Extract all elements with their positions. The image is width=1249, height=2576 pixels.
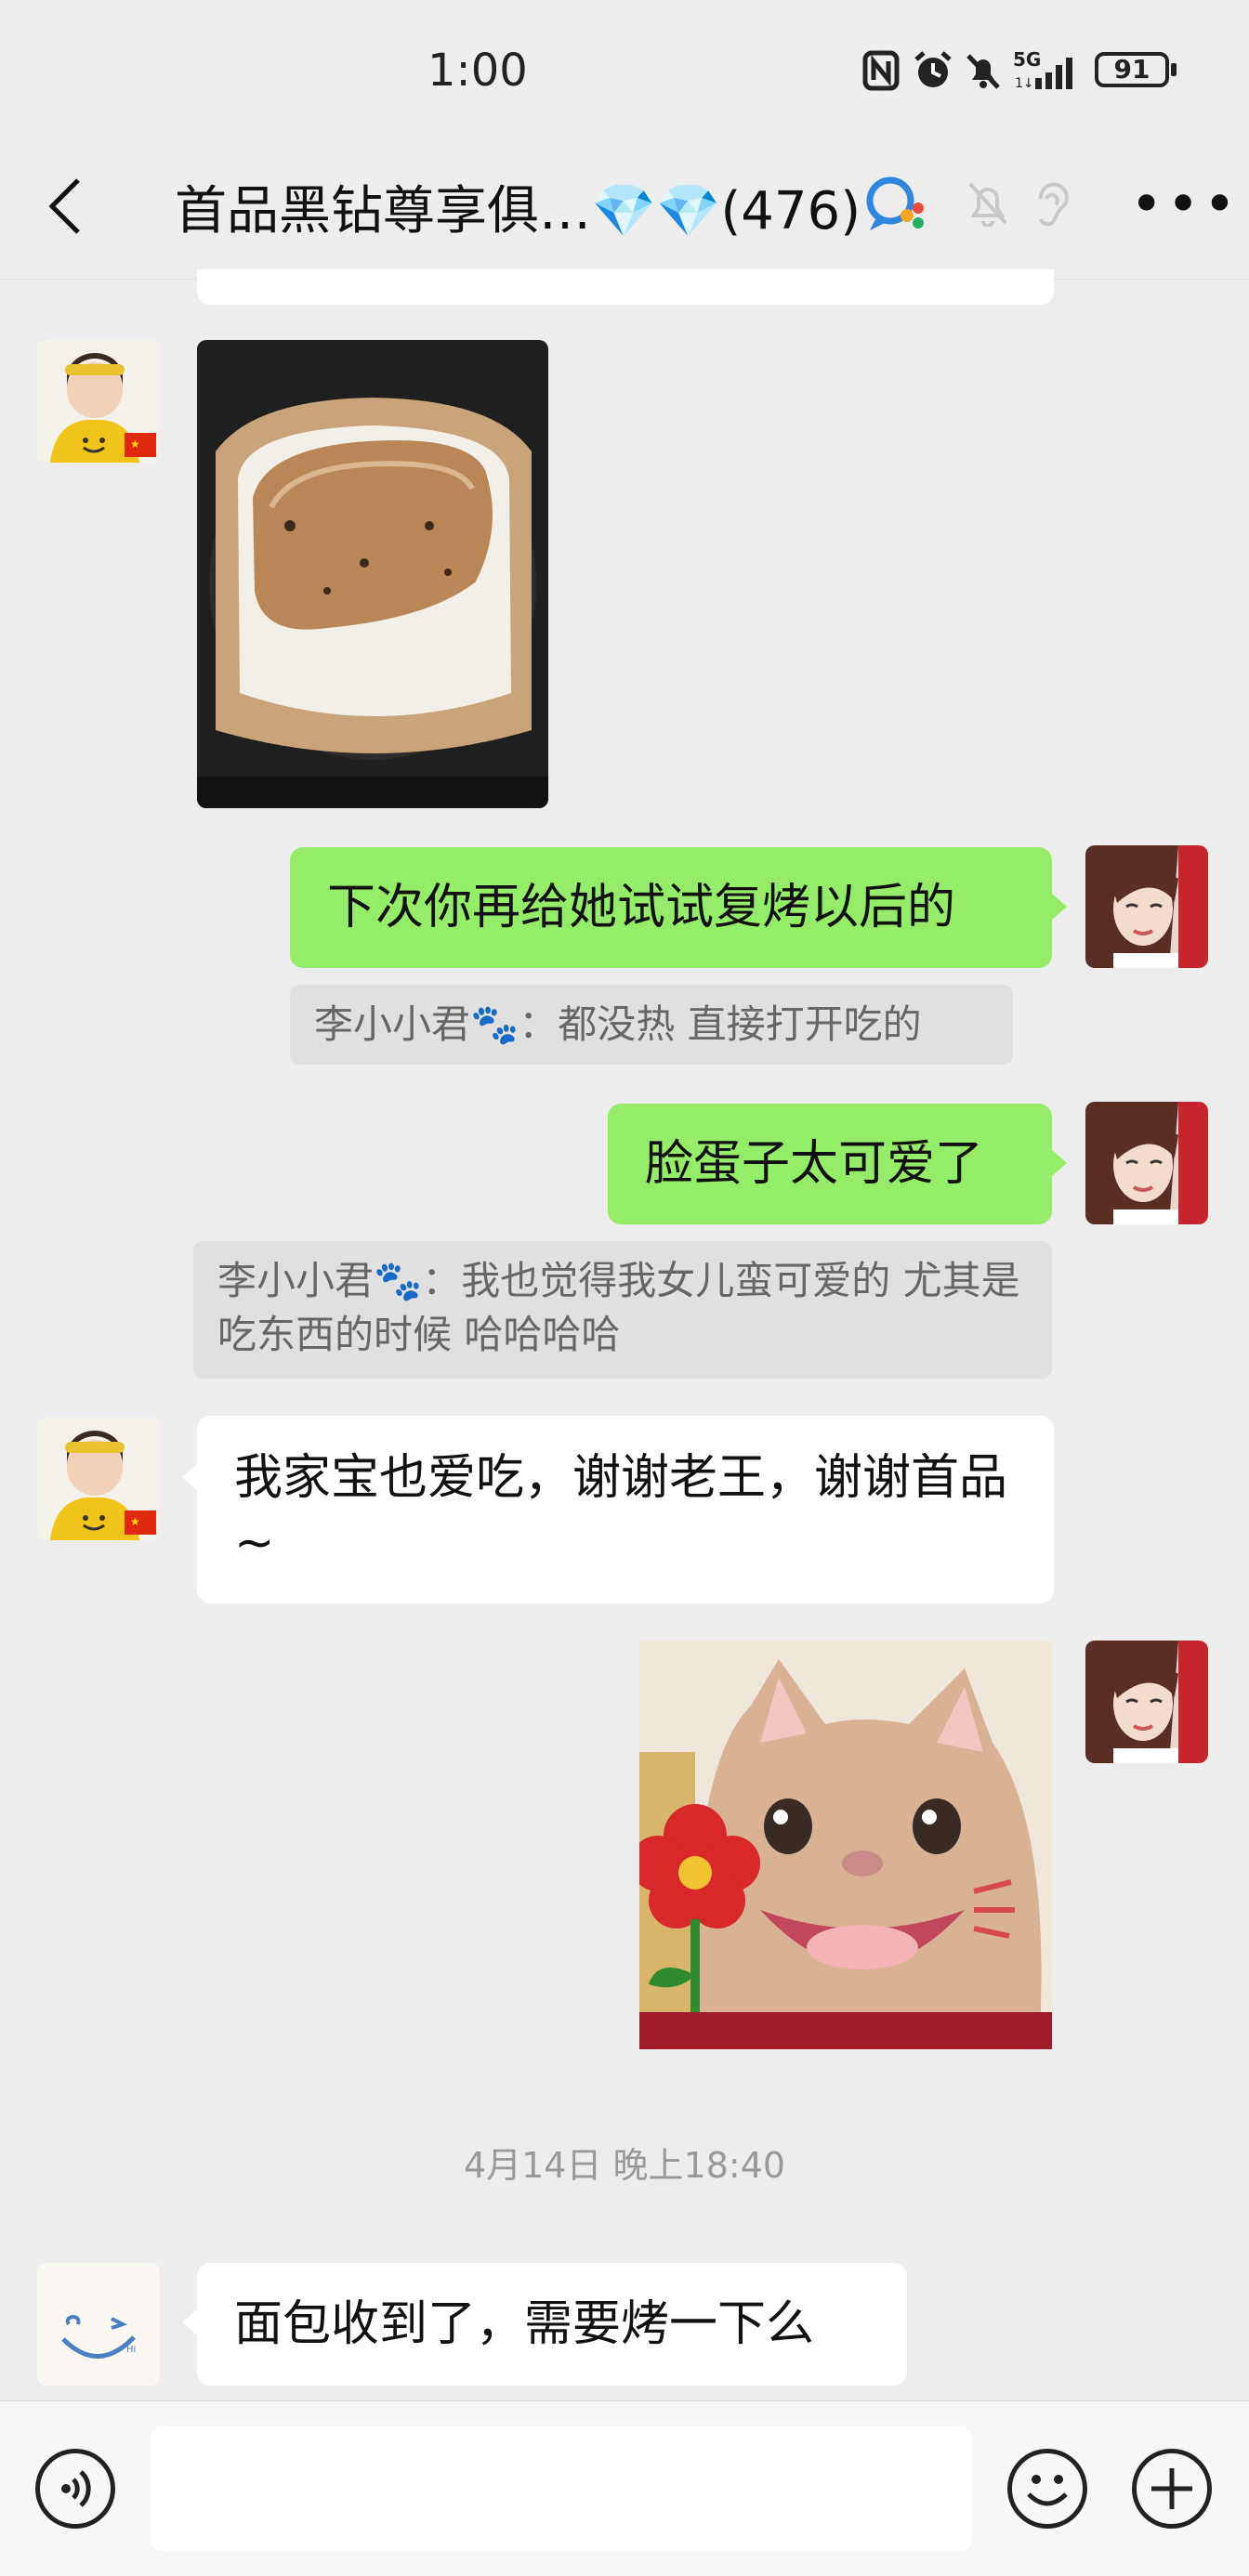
bubble-tail: [182, 1464, 197, 1490]
previous-message-bubble: [197, 269, 1054, 305]
svg-text:Hi: Hi: [126, 2345, 136, 2355]
chat-title[interactable]: 首品黑钻尊享俱…💎💎(476): [175, 169, 861, 244]
avatar[interactable]: ★: [37, 1418, 160, 1540]
ear-icon: [1038, 182, 1069, 227]
mute-bell-icon: [968, 182, 1007, 227]
svg-text:★: ★: [130, 438, 140, 451]
message-bubble-sent[interactable]: 脸蛋子太可爱了: [608, 1104, 1052, 1224]
more-icon[interactable]: •••: [1130, 177, 1240, 232]
battery-tip: [1171, 63, 1177, 76]
status-time: 1:00: [427, 45, 528, 97]
battery-icon: 91: [1095, 52, 1169, 87]
timestamp: 4月14日 晚上18:40: [463, 2145, 786, 2186]
back-icon[interactable]: [46, 177, 84, 236]
alarm-icon: [914, 51, 952, 87]
bubble-tail: [182, 2309, 197, 2335]
avatar[interactable]: ★: [37, 340, 160, 463]
avatar[interactable]: Hi: [37, 2263, 160, 2386]
cat-sticker-image[interactable]: [639, 1641, 1052, 2049]
avatar-self[interactable]: [1085, 1102, 1208, 1224]
avatar-self[interactable]: [1085, 1641, 1208, 1763]
svg-text:1↓: 1↓: [1015, 76, 1034, 91]
chat-search-icon[interactable]: [862, 173, 929, 234]
quoted-message[interactable]: 李小小君🐾：我也觉得我女儿蛮可爱的 尤其是吃东西的时候 哈哈哈哈: [193, 1241, 1052, 1379]
quoted-message[interactable]: 李小小君🐾：都没热 直接打开吃的: [290, 985, 1013, 1065]
voice-icon[interactable]: [35, 2449, 115, 2529]
message-bubble-sent[interactable]: 下次你再给她试试复烤以后的: [290, 847, 1052, 968]
avatar-self[interactable]: [1085, 845, 1208, 968]
bread-image[interactable]: [197, 340, 548, 808]
message-input[interactable]: [151, 2426, 972, 2551]
message-bubble-received[interactable]: 我家宝也爱吃，谢谢老王，谢谢首品~: [197, 1416, 1054, 1603]
plus-icon[interactable]: [1132, 2449, 1212, 2529]
emoji-icon[interactable]: [1007, 2449, 1087, 2529]
mute-icon: [966, 54, 1000, 89]
nfc-icon: [862, 50, 900, 91]
bubble-tail: [1052, 1150, 1067, 1176]
svg-text:★: ★: [130, 1515, 140, 1528]
signal-icon: 1↓: [1015, 58, 1072, 91]
bubble-tail: [1052, 894, 1067, 920]
message-bubble-received[interactable]: 面包收到了，需要烤一下么: [197, 2263, 907, 2386]
